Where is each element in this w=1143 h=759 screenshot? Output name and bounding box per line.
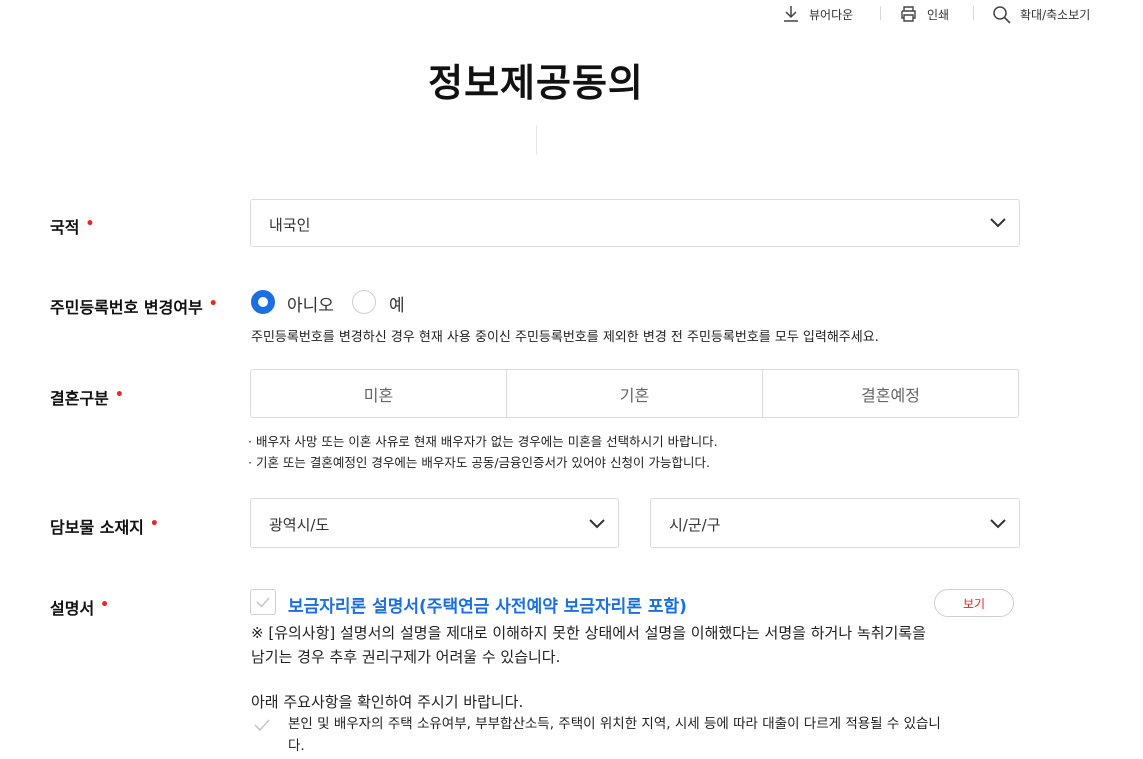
- radio-no-label[interactable]: 아니오: [287, 291, 334, 316]
- manual-confirm-intro: 아래 주요사항을 확인하여 주시기 바랍니다.: [251, 693, 524, 711]
- checkmark-icon: [256, 597, 270, 608]
- required-mark: •: [85, 216, 95, 232]
- manual-caution-line2: 남기는 경우 추후 권리구제가 어려울 수 있습니다.: [251, 648, 561, 666]
- title-divider: [536, 125, 537, 155]
- city-value: 시/군/구: [669, 516, 721, 534]
- zoom-label: 확대/축소보기: [1020, 7, 1091, 22]
- marriage-note-1: · 배우자 사망 또는 이혼 사유로 현재 배우자가 없는 경우에는 미혼을 선…: [248, 434, 718, 449]
- nationality-label: 국적 •: [50, 214, 94, 238]
- required-mark: •: [114, 387, 124, 403]
- download-icon: [784, 6, 798, 22]
- required-mark: •: [208, 296, 218, 312]
- collateral-label-text: 담보물 소재지: [50, 518, 144, 537]
- view-button[interactable]: 보기: [934, 589, 1014, 617]
- viewer-download-label: 뷰어다운: [809, 7, 854, 22]
- province-value: 광역시/도: [269, 516, 330, 534]
- search-icon: [993, 5, 1011, 24]
- nationality-value: 내국인: [269, 216, 311, 234]
- required-mark: •: [100, 597, 110, 613]
- zoom-button[interactable]: 확대/축소보기: [992, 0, 1090, 28]
- print-button[interactable]: 인쇄: [899, 0, 949, 28]
- printer-icon: [901, 6, 916, 22]
- print-label: 인쇄: [927, 7, 950, 22]
- manual-doc-name[interactable]: 보금자리론 설명서(주택연금 사전예약 보금자리론 포함): [288, 592, 687, 617]
- confirm-item-1-line1: 본인 및 배우자의 주택 소유여부, 부부합산소득, 주택이 위치한 지역, 시…: [288, 716, 941, 732]
- marriage-label: 결혼구분 •: [50, 385, 124, 409]
- checkmark-icon: [254, 719, 270, 732]
- manual-caution-line1: ※ [유의사항] 설명서의 설명을 제대로 이해하지 못한 상태에서 설명을 이…: [251, 624, 926, 642]
- marriage-option-married[interactable]: 기혼: [507, 370, 763, 417]
- manual-checkbox[interactable]: [250, 589, 276, 615]
- collateral-label: 담보물 소재지 •: [50, 514, 159, 538]
- rrn-change-label: 주민등록번호 변경여부 •: [50, 294, 218, 318]
- page-title: 정보제공동의: [428, 61, 644, 105]
- required-mark: •: [149, 516, 159, 532]
- marriage-label-text: 결혼구분: [50, 389, 109, 408]
- marriage-segmented-control: 미혼 기혼 결혼예정: [250, 369, 1019, 418]
- chevron-down-icon: [990, 519, 1006, 529]
- rrn-change-label-text: 주민등록번호 변경여부: [50, 298, 203, 317]
- nationality-select[interactable]: 내국인: [250, 199, 1020, 247]
- chevron-down-icon: [589, 519, 605, 529]
- marriage-option-engaged[interactable]: 결혼예정: [763, 370, 1018, 417]
- city-select[interactable]: 시/군/구: [650, 498, 1020, 548]
- manual-label-text: 설명서: [50, 599, 95, 618]
- radio-yes-label[interactable]: 예: [389, 291, 405, 316]
- toolbar-divider: [880, 6, 881, 20]
- viewer-download-button[interactable]: 뷰어다운: [782, 0, 853, 28]
- province-select[interactable]: 광역시/도: [250, 498, 619, 548]
- rrn-change-note: 주민등록번호를 변경하신 경우 현재 사용 중이신 주민등록번호를 제외한 변경…: [251, 330, 879, 345]
- toolbar-divider: [973, 6, 974, 20]
- radio-no[interactable]: [251, 290, 275, 314]
- manual-label: 설명서 •: [50, 595, 109, 619]
- nationality-label-text: 국적: [50, 218, 80, 237]
- chevron-down-icon: [990, 218, 1006, 228]
- confirm-item-1-line2: 다.: [288, 738, 305, 754]
- marriage-option-single[interactable]: 미혼: [251, 370, 507, 417]
- marriage-note-2: · 기혼 또는 결혼예정인 경우에는 배우자도 공동/금융인증서가 있어야 신청…: [248, 455, 710, 470]
- radio-yes[interactable]: [352, 290, 376, 314]
